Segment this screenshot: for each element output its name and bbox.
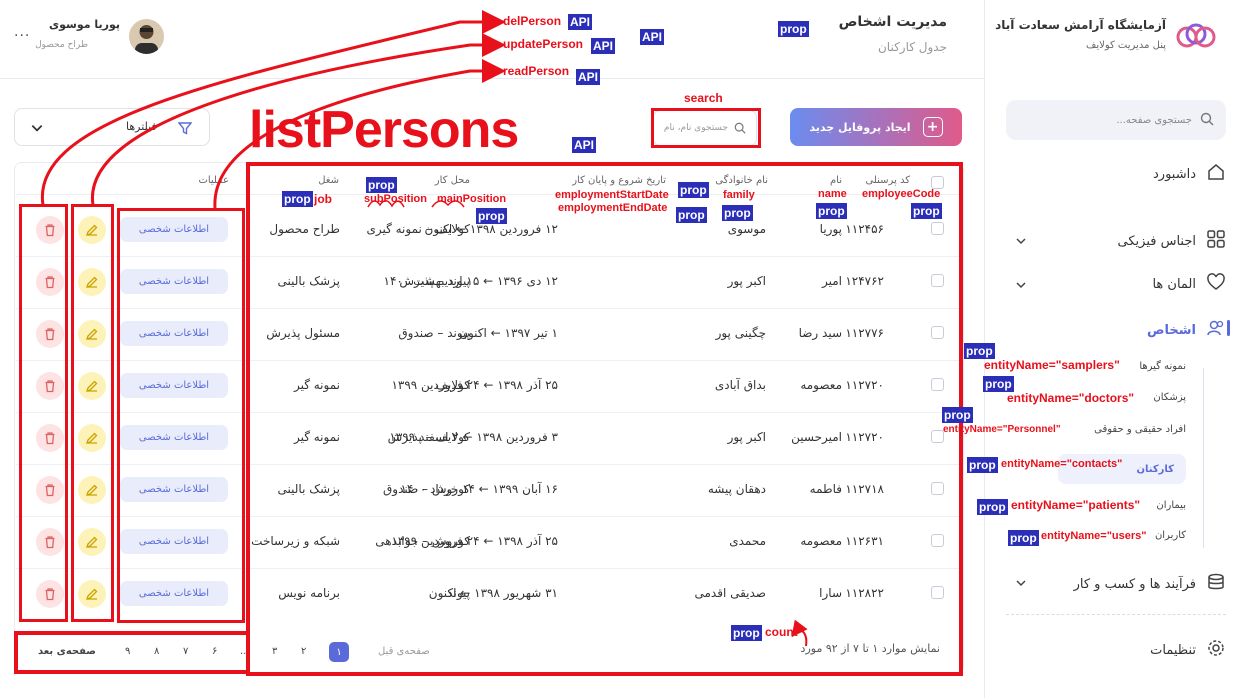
annotation-prop-badge: prop [731,625,762,641]
annotation-prop-badge: prop [366,177,397,193]
annotation-updateperson: updatePerson [503,37,584,51]
annotation-prop-badge: prop [816,203,847,219]
annotation-name: name [818,188,847,200]
annotation-users: entityName="users" [1041,530,1147,542]
annotation-prop-badge: prop [964,343,995,359]
annotation-samplers: entityName="samplers" [984,358,1120,372]
annotation-prop-badge: prop [977,499,1008,515]
annotation-api-badge: API [640,29,665,45]
annotation-search: search [684,91,723,105]
annotation-prop-badge: prop [476,208,507,224]
annotation-job: job [314,192,332,206]
annotation-api-badge: API [568,14,593,30]
annotation-subposition: subPosition [364,193,427,205]
annotation-employeecode: employeeCode [862,188,941,200]
annotation-family: family [723,189,755,201]
annotation-readperson: readPerson [503,64,570,78]
annotation-enddate: employmentEndDate [558,202,668,214]
annotation-prop-badge: prop [911,203,942,219]
annotation-prop-badge: prop [676,207,707,223]
annotation-prop-badge: prop [967,457,998,473]
annotation-prop-badge: prop [1008,530,1039,546]
annotation-arrows [40,10,808,647]
annotation-api-badge: API [591,38,616,54]
annotation-listpersons: listPersons [249,101,519,159]
annotation-prop-badge: prop [678,182,709,198]
annotation-personnel: entityName="Personnel" [943,424,1061,435]
annotation-count: count [765,625,798,639]
annotation-api-badge: API [576,69,601,85]
annotation-prop-badge: prop [983,376,1014,392]
annotation-prop-badge: prop [778,21,809,37]
annotation-prop-badge: prop [282,191,313,207]
annotation-contacts: entityName="contacts" [1001,458,1123,470]
annotation-patients: entityName="patients" [1011,498,1141,512]
annotation-prop-badge: prop [722,205,753,221]
annotation-doctors: entityName="doctors" [1007,391,1135,405]
annotation-delperson: delPerson [503,14,562,28]
annotation-prop-badge: prop [942,407,973,423]
annotation-startdate: employmentStartDate [555,189,669,201]
annotation-api-badge: API [572,137,597,153]
annotation-mainposition: mainPosition [437,193,507,205]
